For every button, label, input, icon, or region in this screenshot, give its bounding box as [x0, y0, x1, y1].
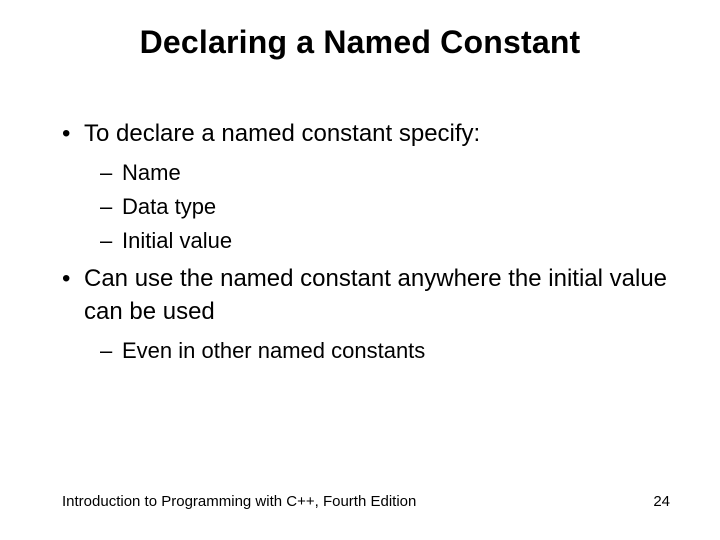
bullet-level1: To declare a named constant specify:: [62, 118, 680, 150]
page-number: 24: [653, 493, 670, 510]
slide-body: To declare a named constant specify: Nam…: [62, 118, 680, 370]
bullet-level2: Even in other named constants: [62, 336, 680, 366]
bullet-level2: Data type: [62, 192, 680, 222]
bullet-level2: Name: [62, 158, 680, 188]
bullet-level2: Initial value: [62, 226, 680, 256]
slide: Declaring a Named Constant To declare a …: [0, 0, 720, 540]
slide-footer: Introduction to Programming with C++, Fo…: [62, 493, 670, 510]
footer-text: Introduction to Programming with C++, Fo…: [62, 493, 416, 510]
bullet-level1: Can use the named constant anywhere the …: [62, 263, 680, 328]
slide-title: Declaring a Named Constant: [0, 24, 720, 61]
